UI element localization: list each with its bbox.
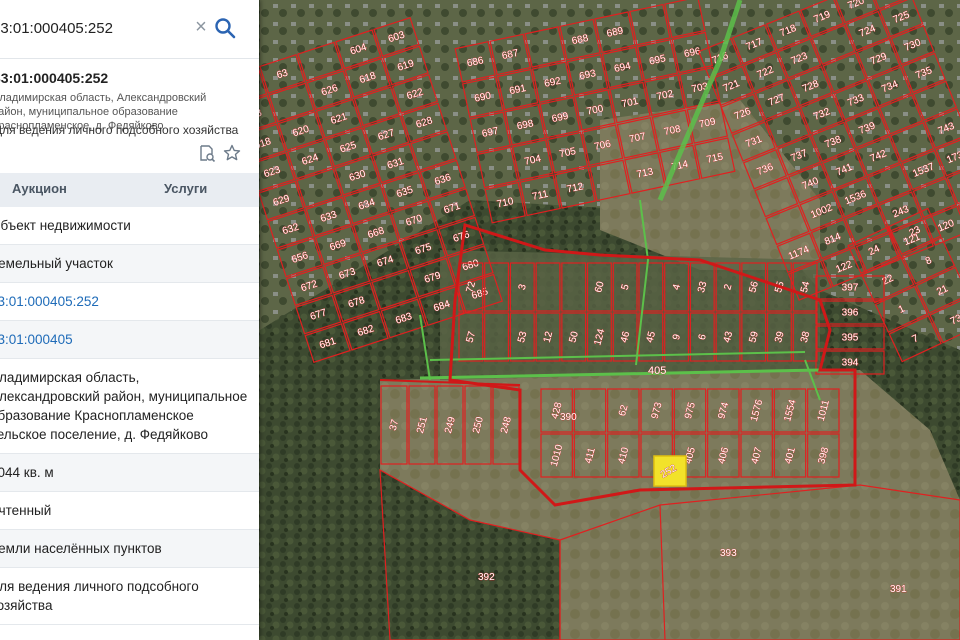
info-row: Земли населённых пунктов: [0, 530, 259, 568]
info-row: 33:01:000405:252: [0, 283, 259, 321]
tab-services[interactable]: Услуги: [164, 181, 207, 196]
star-icon[interactable]: [223, 144, 241, 162]
info-row-value: Объект недвижимости: [0, 218, 131, 233]
object-title: 33:01:000405:252: [0, 70, 109, 86]
info-row: Учтенный: [0, 492, 259, 530]
object-header: 33:01:000405:252 Владимирская область, А…: [0, 58, 259, 173]
info-row-value: Учтенный: [0, 503, 52, 518]
info-row: Объект недвижимости: [0, 207, 259, 245]
info-row-value: Для ведения личного подсобного хозяйства: [0, 579, 199, 613]
close-icon[interactable]: ×: [192, 17, 210, 39]
info-row-value: Земельный участок: [0, 256, 113, 271]
info-row-link[interactable]: 33:01:000405:252: [0, 292, 249, 311]
parcel-number-label: 393: [720, 548, 737, 559]
search-document-icon[interactable]: [198, 144, 216, 163]
info-row: Владимирская область, Александровский ра…: [0, 359, 259, 454]
object-purpose: Для ведения личного подсобного хозяйства: [0, 123, 239, 137]
search-input[interactable]: [0, 14, 182, 42]
info-row-link[interactable]: 33:01:000405: [0, 330, 249, 349]
parcel-number-label: 395: [842, 333, 859, 344]
search-icon[interactable]: [214, 17, 236, 39]
panel-tabs: Аукцион Услуги: [0, 173, 259, 207]
side-panel: × 33:01:000405:252 Владимирская область,…: [0, 0, 259, 640]
parcel-number-label: 390: [560, 412, 577, 423]
parcel-number-label: 392: [478, 572, 495, 583]
info-row-value: Земли населённых пунктов: [0, 541, 162, 556]
info-row: Земельный участок: [0, 245, 259, 283]
object-info-list: Объект недвижимости Земельный участок 33:0…: [0, 207, 259, 625]
tab-auction[interactable]: Аукцион: [12, 181, 67, 196]
info-row-value: 3044 кв. м: [0, 465, 54, 480]
info-row: 3044 кв. м: [0, 454, 259, 492]
info-row: 33:01:000405: [0, 321, 259, 359]
info-row-value: Владимирская область, Александровский ра…: [0, 370, 248, 442]
search-bar: ×: [0, 0, 259, 59]
info-row: Для ведения личного подсобного хозяйства: [0, 568, 259, 625]
quarter-number-label: 405: [648, 365, 666, 377]
parcel-number-label: 391: [890, 584, 907, 595]
parcel-number-label: 396: [842, 308, 859, 319]
parcel-number-label: 397: [842, 283, 859, 294]
parcel-number-label: 394: [842, 358, 859, 369]
